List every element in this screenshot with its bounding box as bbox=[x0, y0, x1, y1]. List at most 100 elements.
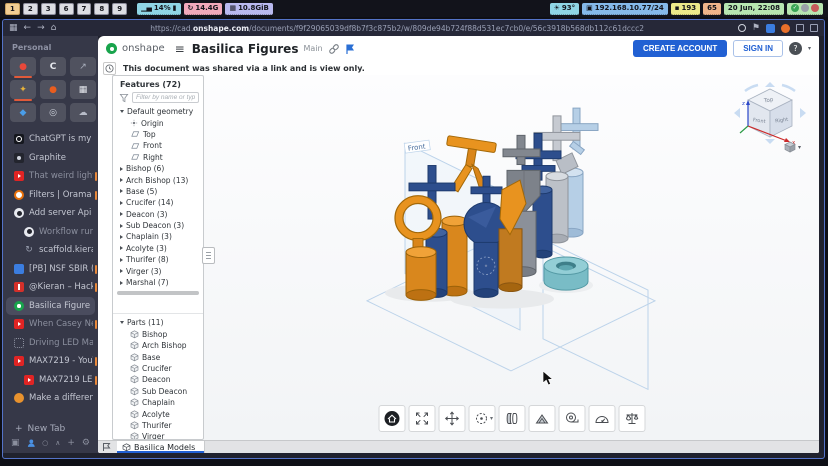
trash-icon[interactable]: ▣ bbox=[11, 438, 20, 448]
tab-casey-neistat[interactable]: When Casey Neista bbox=[3, 315, 98, 334]
collapse-icon[interactable]: ∧ bbox=[55, 439, 60, 447]
back-button[interactable]: ← bbox=[24, 24, 32, 33]
tree-default-geometry[interactable]: Default geometry bbox=[113, 106, 203, 117]
horizontal-scrollbar[interactable] bbox=[117, 291, 199, 295]
workspace-name[interactable]: Main bbox=[303, 44, 322, 53]
address-bar[interactable]: https://cad.onshape.com/documents/f9f290… bbox=[62, 24, 732, 33]
speed-dial-target[interactable]: ◎ bbox=[40, 103, 66, 122]
settings-gear-icon[interactable]: ⚙ bbox=[82, 438, 90, 448]
viewport-3d[interactable]: Front bbox=[204, 75, 819, 440]
filter-input[interactable] bbox=[132, 92, 199, 103]
parts-heading-row[interactable]: Parts (11) bbox=[113, 317, 203, 328]
part-acolyte[interactable]: Acolyte bbox=[113, 408, 203, 419]
forward-button[interactable]: → bbox=[37, 24, 45, 33]
tab-youtube-light[interactable]: That weird light at t bbox=[3, 167, 98, 186]
tab-led-matrices[interactable]: Driving LED Matric bbox=[3, 334, 98, 353]
view-home-button[interactable] bbox=[378, 405, 405, 432]
viewcube-arrow-left[interactable] bbox=[734, 108, 740, 118]
workspace-button-6[interactable]: 6 bbox=[59, 3, 74, 15]
tab-orama[interactable]: Filters | Orama Doc bbox=[3, 186, 98, 205]
share-link-icon[interactable] bbox=[328, 43, 340, 55]
panel-toggle-icon[interactable] bbox=[796, 24, 804, 32]
version-history-button[interactable] bbox=[103, 62, 116, 75]
tree-group-acolyte[interactable]: Acolyte (3) bbox=[113, 243, 203, 254]
sign-in-button[interactable]: SIGN IN bbox=[733, 40, 783, 57]
section-view-button[interactable] bbox=[498, 405, 525, 432]
onshape-logo-icon[interactable] bbox=[106, 43, 117, 54]
view-options-dropdown[interactable]: ▾ bbox=[784, 141, 801, 153]
chevron-right-icon[interactable] bbox=[120, 167, 123, 171]
tree-group-crucifer[interactable]: Crucifer (14) bbox=[113, 197, 203, 208]
chevron-right-icon[interactable] bbox=[120, 224, 123, 228]
sync-status-icon[interactable]: ○ bbox=[42, 439, 48, 447]
viewcube-rotate-arc[interactable] bbox=[782, 85, 795, 91]
tab-nsf-sbir[interactable]: [PB] NSF SBIR (N bbox=[3, 260, 98, 279]
speed-dial-reddit[interactable]: ● bbox=[40, 80, 66, 99]
tree-plane-right[interactable]: Right bbox=[113, 152, 203, 163]
chevron-right-icon[interactable] bbox=[120, 281, 123, 285]
viewcube-arrow-down[interactable] bbox=[765, 139, 775, 144]
tab-chatgpt[interactable]: ChatGPT is my Writi bbox=[3, 130, 98, 149]
viewcube-arrow-right[interactable] bbox=[800, 108, 806, 118]
tab-github-pr[interactable]: Add server Api by k bbox=[3, 204, 98, 223]
create-account-button[interactable]: CREATE ACCOUNT bbox=[633, 40, 727, 57]
tab-scaffold[interactable]: ↻scaffold.kierank.h bbox=[3, 241, 98, 260]
tab-workflow-runs[interactable]: Workflow runs - bbox=[3, 223, 98, 242]
tab-basilica-figures[interactable]: Basilica Figures | bbox=[6, 297, 95, 316]
part-chaplain[interactable]: Chaplain bbox=[113, 397, 203, 408]
follow-flag-icon[interactable] bbox=[345, 43, 355, 55]
tab-hackclub[interactable]: @Kieran – Hack C bbox=[3, 278, 98, 297]
chevron-right-icon[interactable] bbox=[120, 246, 123, 250]
chevron-right-icon[interactable] bbox=[120, 212, 123, 216]
extension-icon[interactable] bbox=[766, 24, 775, 33]
add-icon[interactable]: + bbox=[67, 438, 75, 448]
bookmark-icon[interactable]: ⚑ bbox=[752, 24, 760, 33]
chevron-right-icon[interactable] bbox=[120, 189, 123, 193]
figure-orange-blade[interactable] bbox=[499, 180, 526, 291]
part-virger[interactable]: Virger bbox=[113, 431, 203, 440]
part-thurifer[interactable]: Thurifer bbox=[113, 420, 203, 431]
pan-button[interactable] bbox=[438, 405, 465, 432]
speed-dial-checker[interactable]: ▦ bbox=[70, 80, 96, 99]
part-deacon[interactable]: Deacon bbox=[113, 374, 203, 385]
tree-group-marshal[interactable]: Marshal (7) bbox=[113, 277, 203, 288]
angle-measure-button[interactable] bbox=[588, 405, 615, 432]
tree-origin[interactable]: Origin bbox=[113, 117, 203, 128]
tree-group-base[interactable]: Base (5) bbox=[113, 186, 203, 197]
measure-button[interactable] bbox=[558, 405, 585, 432]
view-cube[interactable]: Top Front Right z x bbox=[731, 81, 809, 145]
tab-max7219-led[interactable]: MAX7219 LED mu bbox=[3, 371, 98, 390]
partstudio-tab[interactable]: Basilica Models bbox=[117, 441, 205, 453]
workspace-button-1[interactable]: 1 bbox=[5, 3, 20, 15]
tree-plane-top[interactable]: Top bbox=[113, 129, 203, 140]
tree-group-deacon[interactable]: Deacon (3) bbox=[113, 209, 203, 220]
part-crucifer[interactable]: Crucifer bbox=[113, 363, 203, 374]
part-arch-bishop[interactable]: Arch Bishop bbox=[113, 340, 203, 351]
tree-group-bishop[interactable]: Bishop (6) bbox=[113, 163, 203, 174]
chevron-down-icon[interactable] bbox=[120, 321, 124, 324]
tree-group-chaplain[interactable]: Chaplain (3) bbox=[113, 231, 203, 242]
tree-plane-front[interactable]: Front bbox=[113, 140, 203, 151]
tab-max7219[interactable]: MAX7219 - YouTube bbox=[3, 352, 98, 371]
shield-icon[interactable] bbox=[738, 24, 746, 32]
chevron-down-icon[interactable]: ▾ bbox=[490, 415, 493, 422]
chevron-right-icon[interactable] bbox=[120, 269, 123, 273]
tree-group-thurifer[interactable]: Thurifer (8) bbox=[113, 254, 203, 265]
hamburger-menu-icon[interactable]: ≡ bbox=[175, 42, 185, 56]
speed-dial-cloud[interactable]: ☁ bbox=[70, 103, 96, 122]
chevron-down-icon[interactable] bbox=[120, 110, 124, 113]
speed-dial-drive[interactable]: ◆ bbox=[10, 103, 36, 122]
speed-dial-star[interactable]: ✦ bbox=[10, 80, 36, 99]
model-canvas[interactable]: Front bbox=[204, 75, 819, 440]
figure-teal-ring[interactable] bbox=[544, 257, 588, 290]
workspace-button-7[interactable]: 7 bbox=[77, 3, 92, 15]
tile-windows-icon[interactable] bbox=[810, 24, 818, 32]
tree-group-virger[interactable]: Virger (3) bbox=[113, 265, 203, 276]
extension-orange-icon[interactable] bbox=[781, 24, 790, 33]
home-button[interactable]: ⌂ bbox=[51, 24, 57, 33]
new-tab-button[interactable]: +New Tab bbox=[3, 424, 98, 434]
features-panel-toggle[interactable] bbox=[202, 247, 215, 264]
zoom-fit-button[interactable] bbox=[408, 405, 435, 432]
part-sub-deacon[interactable]: Sub Deacon bbox=[113, 386, 203, 397]
profile-icon[interactable] bbox=[27, 438, 36, 448]
